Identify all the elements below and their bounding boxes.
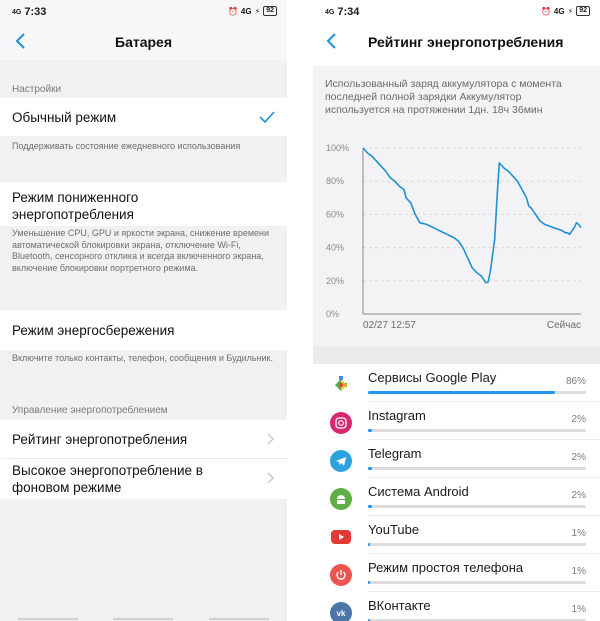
- usage-bar-track: [368, 505, 586, 508]
- network-type: 4G: [325, 8, 335, 16]
- app-usage-percent: 86%: [565, 376, 586, 387]
- y-tick-label: 100%: [326, 143, 349, 153]
- app-row[interactable]: Instagram 2%: [313, 402, 600, 440]
- usage-bar-fill: [368, 543, 371, 546]
- usage-bar-track: [368, 429, 586, 432]
- section-label-settings: Настройки: [12, 84, 62, 95]
- app-row[interactable]: Система Android 2%: [313, 478, 600, 516]
- mode-normal-title: Обычный режим: [12, 110, 117, 125]
- app-usage-percent: 2%: [571, 490, 586, 501]
- usage-bar-fill: [368, 467, 373, 470]
- checkmark-icon: [259, 111, 275, 123]
- mode-low-power[interactable]: Режим пониженного энергопотребления: [0, 182, 287, 226]
- alarm-icon: ⏰: [540, 6, 551, 16]
- usage-bar-track: [368, 467, 586, 470]
- y-tick-label: 0%: [326, 309, 339, 319]
- mode-low-power-title: Режим пониженного энергопотребления: [12, 190, 139, 222]
- x-end-label: Сейчас: [547, 320, 581, 331]
- network-type-right: 4G: [240, 6, 252, 16]
- app-name: Система Android: [368, 484, 469, 499]
- y-tick-label: 60%: [326, 209, 344, 219]
- app-usage-percent: 1%: [571, 604, 586, 615]
- mode-power-saving[interactable]: Режим энергосбережения: [0, 310, 287, 350]
- google-play-services-icon: [330, 374, 352, 396]
- android-icon: [330, 488, 352, 510]
- usage-bar-fill: [368, 505, 373, 508]
- mode-power-saving-title: Режим энергосбережения: [12, 323, 175, 338]
- chevron-right-icon: [267, 433, 274, 445]
- usage-bar-track: [368, 581, 586, 584]
- page-title: Батарея: [115, 34, 172, 50]
- app-header: Батарея: [0, 24, 287, 60]
- section-label-power-mgmt: Управление энергопотреблением: [12, 405, 168, 416]
- usage-bar-fill: [368, 581, 371, 584]
- chevron-right-icon: [267, 472, 274, 484]
- app-name: Режим простоя телефона: [368, 560, 524, 575]
- battery-screen: 4G 7:33 ⏰ 4G ⚡ 92 Батарея Настройки Обыч…: [0, 0, 287, 621]
- charging-icon: ⚡: [567, 6, 574, 16]
- mode-normal[interactable]: Обычный режим: [0, 98, 287, 136]
- usage-bar-track: [368, 391, 586, 394]
- menu-power-rating[interactable]: Рейтинг энергопотребления: [0, 420, 287, 458]
- app-usage-percent: 2%: [571, 414, 586, 425]
- app-usage-percent: 2%: [571, 452, 586, 463]
- instagram-icon: [330, 412, 352, 434]
- app-row[interactable]: YouTube 1%: [313, 516, 600, 554]
- network-type-right: 4G: [553, 6, 565, 16]
- menu-power-rating-title: Рейтинг энергопотребления: [12, 432, 188, 447]
- mode-low-power-desc: Уменьшение CPU, GPU и яркости экрана, сн…: [12, 228, 270, 273]
- app-row[interactable]: Сервисы Google Play 86%: [313, 364, 600, 402]
- y-tick-label: 80%: [326, 176, 344, 186]
- y-tick-label: 40%: [326, 243, 344, 253]
- app-row[interactable]: vk ВКонтакте 1%: [313, 592, 600, 621]
- section-gap: [313, 346, 600, 364]
- menu-background-usage[interactable]: Высокое энергопотребление в фоновом режи…: [0, 459, 287, 499]
- menu-background-usage-title: Высокое энергопотребление в фоновом режи…: [12, 463, 203, 495]
- mode-power-saving-desc: Включите только контакты, телефон, сообщ…: [12, 353, 273, 363]
- back-arrow-icon[interactable]: [321, 30, 343, 52]
- status-bar: 4G 7:34 ⏰ 4G ⚡ 92: [313, 0, 600, 24]
- app-row[interactable]: Telegram 2%: [313, 440, 600, 478]
- app-row[interactable]: Режим простоя телефона 1%: [313, 554, 600, 592]
- status-bar: 4G 7:33 ⏰ 4G ⚡ 92: [0, 0, 287, 24]
- youtube-icon: [330, 526, 352, 548]
- power-icon: [330, 564, 352, 586]
- app-usage-percent: 1%: [571, 566, 586, 577]
- mode-normal-desc: Поддерживать состояние ежедневного испол…: [12, 141, 241, 151]
- vk-icon: vk: [330, 602, 352, 621]
- battery-level-line: [362, 147, 582, 284]
- battery-level: 92: [576, 6, 590, 16]
- y-tick-label: 20%: [326, 276, 344, 286]
- app-name: YouTube: [368, 522, 420, 537]
- usage-bar-fill: [368, 391, 556, 394]
- network-type: 4G: [12, 8, 22, 16]
- app-header: Рейтинг энергопотребления: [313, 24, 600, 60]
- battery-usage-chart: 100% 80% 60% 40% 20% 0% 02/27 12:57 Сейчас: [326, 143, 582, 331]
- power-rating-screen: 4G 7:34 ⏰ 4G ⚡ 92 Рейтинг энергопотребле…: [313, 0, 600, 621]
- app-name: Telegram: [368, 446, 422, 461]
- app-name: Сервисы Google Play: [368, 370, 497, 385]
- status-time: 7:33: [24, 6, 47, 18]
- x-start-label: 02/27 12:57: [363, 320, 416, 331]
- page-title: Рейтинг энергопотребления: [368, 34, 564, 50]
- battery-level: 92: [263, 6, 277, 16]
- usage-chart-panel: Использованный заряд аккумулятора с моме…: [313, 66, 600, 346]
- charging-icon: ⚡: [254, 6, 261, 16]
- telegram-icon: [330, 450, 352, 472]
- app-usage-percent: 1%: [571, 528, 586, 539]
- alarm-icon: ⏰: [227, 6, 238, 16]
- app-name: ВКонтакте: [368, 598, 431, 613]
- usage-bar-fill: [368, 429, 373, 432]
- usage-bar-track: [368, 543, 586, 546]
- app-name: Instagram: [368, 408, 426, 423]
- status-time: 7:34: [337, 6, 360, 18]
